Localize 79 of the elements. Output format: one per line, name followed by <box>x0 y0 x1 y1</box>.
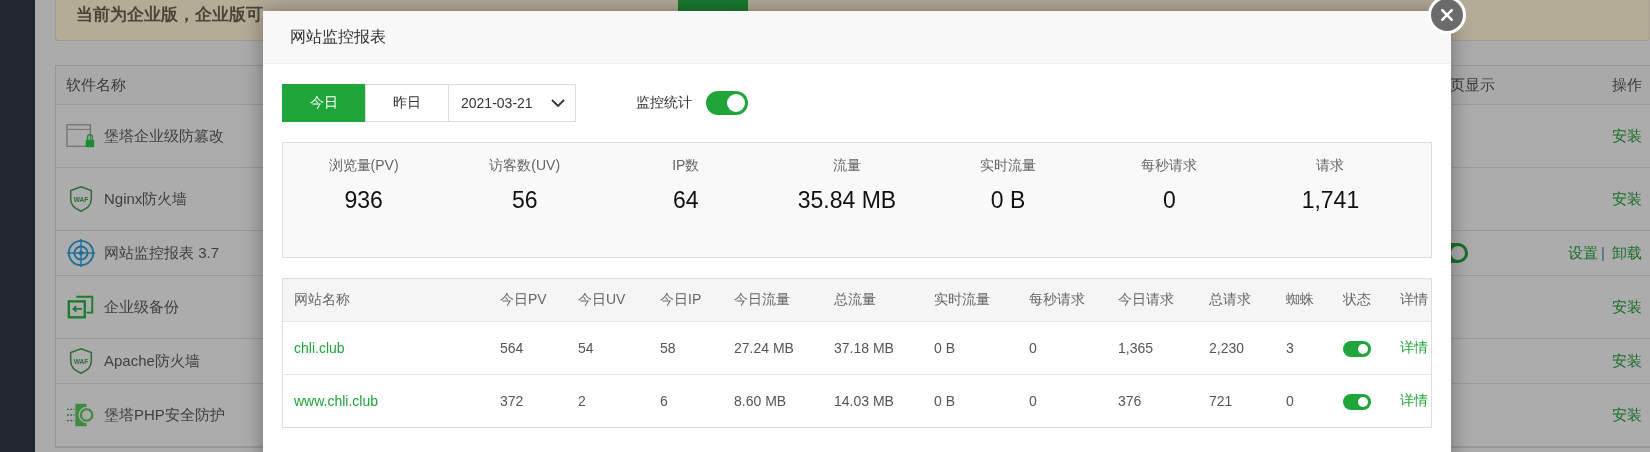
stat-label: 访客数(UV) <box>489 157 561 175</box>
detail-link[interactable]: 详情 <box>1389 339 1431 357</box>
table-cell-text: 8.60 MB <box>733 393 788 409</box>
banner-text: 当前为企业版，企业版可 <box>76 4 264 26</box>
stat-label: 流量 <box>833 157 861 175</box>
table-cell-text: 14.03 MB <box>833 393 895 409</box>
column-header: 每秒请求 <box>1028 291 1086 309</box>
table-cell-text: 37.18 MB <box>833 340 895 356</box>
table-cell-text: 721 <box>1208 393 1234 409</box>
site-link[interactable]: chli.club <box>283 340 489 356</box>
stat-label: 每秒请求 <box>1141 157 1198 175</box>
stat-value: 936 <box>344 187 383 214</box>
column-header: 今日流量 <box>733 291 791 309</box>
toggle-label: 监控统计 <box>636 94 692 112</box>
column-header: 今日UV <box>577 291 627 309</box>
stat-value: 1,741 <box>1301 187 1360 214</box>
action-link[interactable]: 安装 <box>1612 351 1642 369</box>
column-header: 总请求 <box>1208 291 1252 309</box>
table-cell-text: 58 <box>659 340 677 356</box>
column-header: 今日PV <box>499 291 548 309</box>
day-tab[interactable]: 昨日 <box>365 84 448 122</box>
action-link[interactable]: 卸载 <box>1612 243 1642 261</box>
dialog-title: 网站监控报表 <box>290 26 386 47</box>
table-cell-text: 2,230 <box>1208 340 1246 356</box>
stat-label: 请求 <box>1316 157 1345 175</box>
stat-label: 实时流量 <box>980 157 1037 175</box>
column-header: 蜘蛛 <box>1285 291 1315 309</box>
column-header: 页显示 <box>1450 75 1496 95</box>
column-header: 操作 <box>1611 75 1643 95</box>
action-link[interactable]: 设置 <box>1567 243 1598 261</box>
table-cell-text: 0 <box>1028 340 1038 356</box>
action-link[interactable]: 安装 <box>1612 297 1642 315</box>
target-icon <box>66 238 96 268</box>
stat-value: 0 <box>1162 187 1176 214</box>
stat-value: 56 <box>511 187 538 214</box>
software-name: 堡塔企业级防篡改 <box>104 126 224 146</box>
table-cell-text: 0 <box>1285 393 1295 409</box>
stat-value: 0 B <box>990 187 1026 214</box>
chevron-down-icon <box>551 98 565 108</box>
separator: | <box>1600 243 1605 261</box>
table-cell-text: 0 B <box>933 340 956 356</box>
software-name: Apache防火墙 <box>104 351 200 371</box>
action-link[interactable]: 安装 <box>1612 405 1642 423</box>
software-name: 堡塔PHP安全防护 <box>104 405 225 425</box>
status-toggle[interactable] <box>1343 393 1371 410</box>
table-cell-text: 372 <box>499 393 525 409</box>
day-tab[interactable]: 今日 <box>282 84 365 122</box>
action-link[interactable]: 安装 <box>1612 126 1642 144</box>
column-header: 总流量 <box>833 291 877 309</box>
software-name: 企业级备份 <box>104 297 179 317</box>
stat-label: IP数 <box>672 157 700 175</box>
table-cell-text: 1,365 <box>1117 340 1155 356</box>
status-toggle[interactable] <box>1343 340 1371 357</box>
table-cell-text: 564 <box>499 340 525 356</box>
column-header: 今日IP <box>659 291 703 309</box>
column-header: 实时流量 <box>933 291 991 309</box>
table-cell-text: 0 B <box>933 393 956 409</box>
software-name: Nginx防火墙 <box>104 189 188 209</box>
column-header: 状态 <box>1342 291 1372 309</box>
column-header: 今日请求 <box>1117 291 1175 309</box>
table-cell-text: 6 <box>659 393 669 409</box>
stat-value: 35.84 MB <box>797 187 897 214</box>
column-header: 详情 <box>1399 291 1429 309</box>
column-header: 软件名称 <box>65 75 127 95</box>
table-cell-text: 27.24 MB <box>733 340 795 356</box>
software-name: 网站监控报表 3.7 <box>104 243 220 263</box>
table-cell-text: 376 <box>1117 393 1143 409</box>
table-cell-text: 0 <box>1028 393 1038 409</box>
table-cell-text: 54 <box>577 340 595 356</box>
date-select[interactable]: 2021-03-21 <box>448 84 576 122</box>
table-cell-text: 3 <box>1285 340 1295 356</box>
monitor-toggle[interactable] <box>706 91 748 115</box>
action-link[interactable]: 安装 <box>1612 189 1642 207</box>
stat-label: 浏览量(PV) <box>328 157 399 175</box>
column-header: 网站名称 <box>293 291 351 309</box>
stat-value: 64 <box>673 187 699 214</box>
detail-link[interactable]: 详情 <box>1389 392 1431 410</box>
table-cell-text: 2 <box>577 393 587 409</box>
site-link[interactable]: www.chli.club <box>283 393 489 409</box>
